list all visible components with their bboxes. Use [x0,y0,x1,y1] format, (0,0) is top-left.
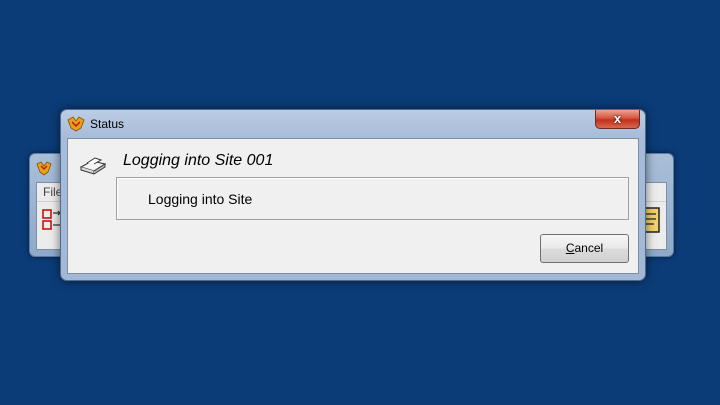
cancel-button[interactable]: Cancel [540,234,629,263]
printer-icon [79,157,107,175]
app-logo-icon [67,116,85,132]
cancel-label: ancel [574,241,604,255]
status-dialog: Status x Logging into Site 001 Logging i… [60,109,646,281]
close-button[interactable]: x [595,110,640,129]
dialog-titlebar[interactable]: Status x [61,110,645,137]
status-message: Logging into Site [148,191,253,207]
status-message-box: Logging into Site [116,177,629,220]
dialog-client-area: Logging into Site 001 Logging into Site … [67,138,639,274]
app-logo-icon [36,161,52,176]
close-icon: x [613,111,622,126]
status-heading: Logging into Site 001 [123,152,274,169]
dialog-title: Status [90,117,125,131]
